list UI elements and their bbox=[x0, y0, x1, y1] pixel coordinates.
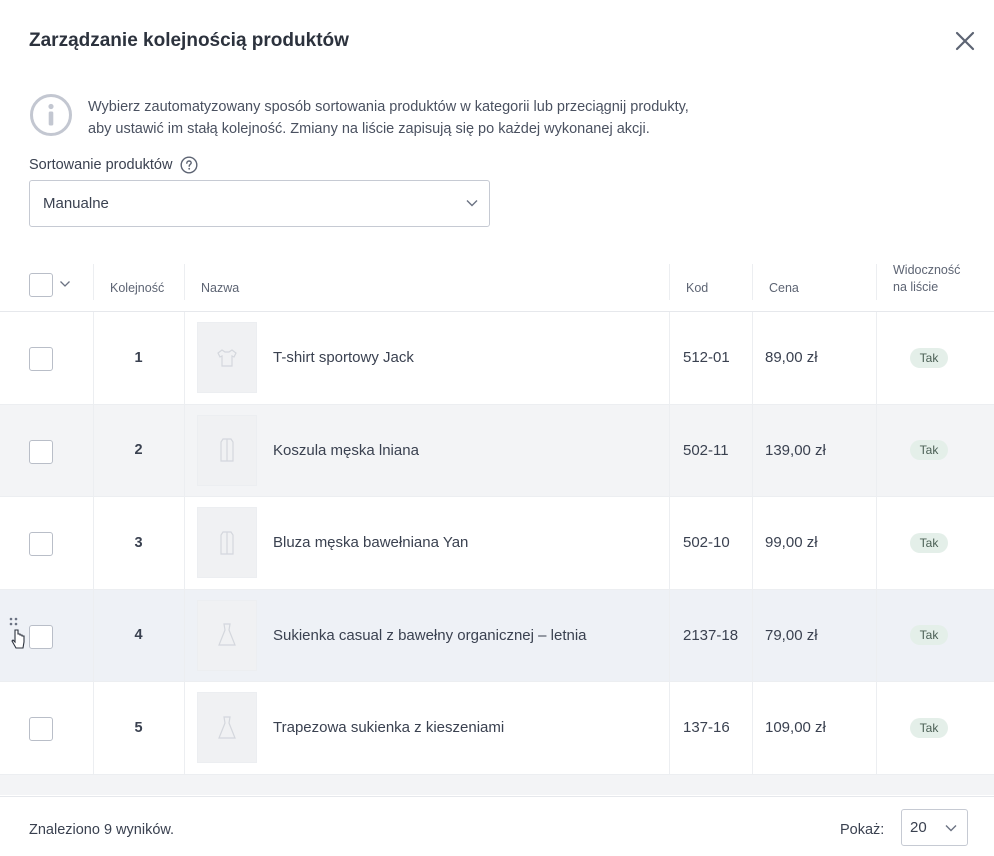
product-price: 99,00 zł bbox=[765, 534, 818, 552]
results-count: Znaleziono 9 wyników. bbox=[29, 822, 175, 838]
column-divider bbox=[184, 497, 185, 589]
table-row[interactable]: 1 T-shirt sportowy Jack 512-01 89,00 zł … bbox=[0, 312, 994, 405]
page-size-select[interactable]: 20 bbox=[901, 809, 968, 846]
row-order: 5 bbox=[134, 719, 143, 736]
row-order: 2 bbox=[134, 442, 143, 459]
visibility-badge: Tak bbox=[909, 717, 949, 738]
header-price[interactable]: Cena bbox=[769, 280, 799, 297]
column-divider bbox=[752, 404, 753, 496]
chevron-down-icon[interactable] bbox=[59, 278, 71, 290]
table-row[interactable]: 5 Trapezowa sukienka z kieszeniami 137-1… bbox=[0, 682, 994, 775]
header-code[interactable]: Kod bbox=[686, 280, 708, 297]
visibility-badge: Tak bbox=[909, 440, 949, 461]
visibility-badge: Tak bbox=[909, 532, 949, 553]
row-order: 1 bbox=[134, 349, 143, 366]
dress-icon bbox=[218, 715, 236, 739]
table-row[interactable]: 4 Sukienka casual z bawełny organicznej … bbox=[0, 589, 994, 682]
row-checkbox[interactable] bbox=[29, 347, 53, 371]
table-header: Kolejność Nazwa Kod Cena Widoczność na l… bbox=[0, 252, 994, 312]
header-divider bbox=[876, 264, 877, 300]
close-button[interactable] bbox=[950, 26, 980, 56]
header-name[interactable]: Nazwa bbox=[201, 280, 239, 297]
column-divider bbox=[184, 682, 185, 774]
header-visibility[interactable]: Widoczność na liście bbox=[893, 262, 960, 296]
info-text-line1: Wybierz zautomatyzowany sposób sortowani… bbox=[88, 99, 689, 115]
column-divider bbox=[752, 589, 753, 681]
page-size-value: 20 bbox=[910, 819, 927, 836]
product-thumbnail bbox=[197, 692, 257, 763]
product-code: 137-16 bbox=[683, 719, 730, 737]
header-visibility-line2: na liście bbox=[893, 280, 939, 294]
modal-title: Zarządzanie kolejnością produktów bbox=[29, 30, 349, 51]
sorting-select-value: Manualne bbox=[43, 195, 109, 212]
column-divider bbox=[669, 312, 670, 404]
chevron-down-icon bbox=[945, 825, 957, 832]
row-checkbox[interactable] bbox=[29, 439, 53, 464]
product-price: 79,00 zł bbox=[765, 626, 818, 644]
product-name[interactable]: Trapezowa sukienka z kieszeniami bbox=[273, 719, 504, 736]
product-name[interactable]: Bluza męska bawełniana Yan bbox=[273, 534, 468, 551]
column-divider bbox=[184, 589, 185, 681]
header-visibility-line1: Widoczność bbox=[893, 263, 961, 277]
column-divider bbox=[184, 312, 185, 404]
column-divider bbox=[669, 497, 670, 589]
header-divider bbox=[184, 264, 185, 300]
info-text: Wybierz zautomatyzowany sposób sortowani… bbox=[88, 96, 768, 140]
column-divider bbox=[669, 589, 670, 681]
header-order[interactable]: Kolejność bbox=[110, 280, 164, 297]
row-checkbox[interactable] bbox=[29, 717, 53, 741]
column-divider bbox=[184, 404, 185, 496]
row-checkbox[interactable] bbox=[29, 624, 53, 649]
sorting-label: Sortowanie produktów bbox=[29, 156, 198, 174]
hoodie-icon bbox=[220, 530, 234, 555]
header-divider bbox=[669, 264, 670, 300]
chevron-down-icon bbox=[466, 200, 478, 207]
column-divider bbox=[669, 404, 670, 496]
info-text-line2: aby ustawić im stałą kolejność. Zmiany n… bbox=[88, 121, 650, 137]
product-thumbnail bbox=[197, 322, 257, 393]
page-size-label: Pokaż: bbox=[840, 822, 885, 838]
table-row[interactable]: 3 Bluza męska bawełniana Yan 502-10 99,0… bbox=[0, 497, 994, 590]
table-footer: Znaleziono 9 wyników. Pokaż: 20 bbox=[0, 796, 994, 856]
product-code: 2137-18 bbox=[683, 626, 739, 644]
visibility-badge: Tak bbox=[909, 347, 949, 368]
product-thumbnail bbox=[197, 507, 257, 578]
drag-handle-icon[interactable] bbox=[8, 616, 26, 650]
visibility-badge: Tak bbox=[909, 625, 949, 646]
product-price: 139,00 zł bbox=[765, 441, 826, 459]
product-name[interactable]: T-shirt sportowy Jack bbox=[273, 349, 414, 366]
row-order: 3 bbox=[134, 534, 143, 551]
row-checkbox[interactable] bbox=[29, 532, 53, 556]
row-order: 4 bbox=[134, 627, 143, 644]
product-code: 502-10 bbox=[683, 534, 730, 552]
product-price: 109,00 zł bbox=[765, 719, 826, 737]
product-order-modal: Zarządzanie kolejnością produktów Wybier… bbox=[0, 0, 994, 856]
dress-icon bbox=[218, 623, 236, 646]
products-table: Kolejność Nazwa Kod Cena Widoczność na l… bbox=[0, 252, 994, 795]
product-code: 502-11 bbox=[683, 441, 729, 459]
product-code: 512-01 bbox=[683, 349, 730, 367]
product-price: 89,00 zł bbox=[765, 349, 818, 367]
column-divider bbox=[752, 682, 753, 774]
shirt-icon bbox=[220, 438, 234, 462]
product-thumbnail bbox=[197, 414, 257, 486]
table-row[interactable]: 2 Koszula męska lniana 502-11 139,00 zł … bbox=[0, 404, 994, 497]
column-divider bbox=[669, 682, 670, 774]
product-name[interactable]: Koszula męska lniana bbox=[273, 442, 419, 459]
select-all-checkbox[interactable] bbox=[29, 273, 53, 297]
table-row[interactable] bbox=[0, 774, 994, 795]
info-icon bbox=[30, 94, 72, 136]
header-divider bbox=[752, 264, 753, 300]
product-thumbnail bbox=[197, 599, 257, 671]
sorting-select[interactable]: Manualne bbox=[29, 180, 490, 227]
help-icon[interactable] bbox=[180, 156, 198, 174]
header-divider bbox=[93, 264, 94, 300]
sorting-label-text: Sortowanie produktów bbox=[29, 157, 173, 173]
close-icon bbox=[955, 31, 975, 51]
column-divider bbox=[752, 497, 753, 589]
column-divider bbox=[752, 312, 753, 404]
product-name[interactable]: Sukienka casual z bawełny organicznej – … bbox=[273, 627, 587, 644]
tshirt-icon bbox=[217, 348, 237, 367]
